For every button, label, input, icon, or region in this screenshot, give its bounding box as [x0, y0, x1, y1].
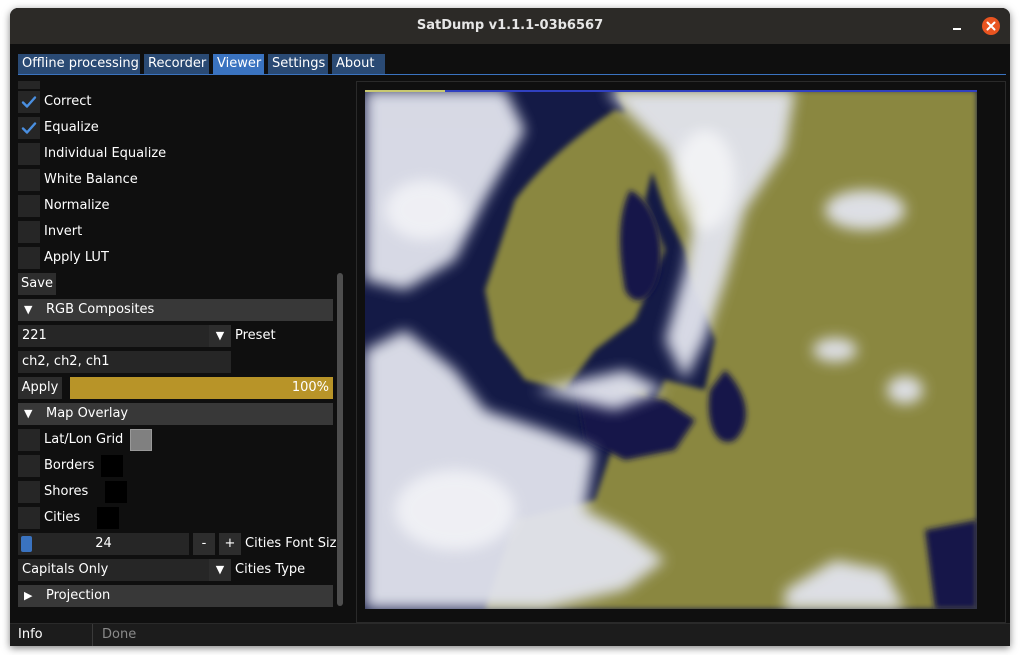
map-overlay-title: Map Overlay [46, 406, 129, 421]
progress-percent: 100% [291, 380, 329, 395]
title-bar[interactable]: SatDump v1.1.1-03b6567 [10, 8, 1010, 44]
invert-label: Invert [44, 224, 83, 239]
equalize-label: Equalize [44, 120, 99, 135]
individual-equalize-checkbox[interactable] [18, 143, 40, 165]
apply-lut-label: Apply LUT [44, 250, 109, 265]
cities-type-label: Cities Type [235, 562, 306, 577]
tab-viewer[interactable]: Viewer [213, 54, 264, 74]
preset-dropdown-arrow[interactable]: ▼ [209, 325, 231, 347]
cities-font-size-label: Cities Font Size [245, 536, 344, 551]
borders-color-swatch[interactable] [101, 455, 123, 477]
cities-label: Cities [44, 510, 81, 525]
image-viewer[interactable] [356, 81, 1006, 623]
shores-checkbox[interactable] [18, 481, 40, 503]
shores-color-swatch[interactable] [105, 481, 127, 503]
preset-label: Preset [235, 328, 276, 343]
hidden-option-checkbox[interactable] [18, 81, 40, 89]
tab-underline [18, 74, 1006, 75]
tab-about[interactable]: About [332, 54, 385, 74]
window-title: SatDump v1.1.1-03b6567 [416, 18, 604, 33]
cities-type-dropdown-arrow[interactable]: ▼ [209, 559, 231, 581]
borders-label: Borders [44, 458, 95, 473]
rgb-expression-input[interactable]: ch2, ch2, ch1 [18, 351, 231, 373]
minimize-icon [953, 28, 961, 30]
triangle-down-icon: ▼ [215, 563, 225, 576]
triangle-down-icon: ▼ [215, 329, 225, 342]
status-bar: Info Done [10, 623, 1010, 646]
individual-equalize-label: Individual Equalize [44, 146, 167, 161]
apply-lut-checkbox[interactable] [18, 247, 40, 269]
triangle-down-icon: ▼ [24, 303, 33, 316]
normalize-checkbox[interactable] [18, 195, 40, 217]
triangle-down-icon: ▼ [24, 407, 33, 420]
panel-scrollbar-thumb[interactable] [337, 273, 343, 606]
latlon-grid-color-swatch[interactable] [130, 429, 152, 451]
white-balance-checkbox[interactable] [18, 169, 40, 191]
triangle-right-icon: ▶ [24, 589, 33, 602]
composite-progress-bar: 100% [70, 377, 333, 399]
latlon-grid-label: Lat/Lon Grid [44, 432, 124, 447]
panel-scrollbar[interactable] [336, 81, 344, 607]
check-icon [21, 96, 37, 108]
latlon-grid-checkbox[interactable] [18, 429, 40, 451]
tab-recorder[interactable]: Recorder [144, 54, 209, 74]
borders-checkbox[interactable] [18, 455, 40, 477]
tab-settings[interactable]: Settings [268, 54, 328, 74]
font-size-plus-button[interactable]: + [219, 533, 241, 555]
check-icon [21, 122, 37, 134]
close-button[interactable] [982, 17, 1000, 35]
rgb-composites-title: RGB Composites [46, 302, 155, 317]
equalize-checkbox[interactable] [18, 117, 40, 139]
font-size-minus-button[interactable]: - [193, 533, 215, 555]
close-icon [986, 21, 996, 31]
apply-button[interactable]: Apply [18, 377, 62, 399]
status-message: Done [102, 627, 137, 642]
rgb-composites-header[interactable]: ▼ RGB Composites [18, 299, 333, 321]
normalize-label: Normalize [44, 198, 110, 213]
save-button[interactable]: Save [18, 273, 56, 295]
settings-panel: Correct Equalize Individual Equalize Whi… [18, 81, 344, 607]
satellite-image-canvas [365, 90, 977, 609]
cities-checkbox[interactable] [18, 507, 40, 529]
shores-label: Shores [44, 484, 89, 499]
projection-header[interactable]: ▶ Projection [18, 585, 333, 607]
map-overlay-header[interactable]: ▼ Map Overlay [18, 403, 333, 425]
cities-color-swatch[interactable] [97, 507, 119, 529]
cities-font-size-input[interactable]: 24 [18, 533, 189, 555]
app-window: SatDump v1.1.1-03b6567 Offline processin… [10, 8, 1010, 646]
font-size-slider-grab[interactable] [21, 536, 32, 552]
white-balance-label: White Balance [44, 172, 138, 187]
tab-offline-processing[interactable]: Offline processing [18, 54, 140, 74]
projection-title: Projection [46, 588, 111, 603]
font-size-value: 24 [95, 536, 112, 551]
cities-type-select[interactable]: Capitals Only [18, 559, 209, 581]
status-level: Info [18, 627, 43, 642]
satellite-image[interactable] [365, 90, 977, 609]
status-separator [92, 624, 93, 646]
invert-checkbox[interactable] [18, 221, 40, 243]
correct-label: Correct [44, 94, 92, 109]
minimize-button[interactable] [951, 16, 965, 36]
preset-select[interactable]: 221 [18, 325, 209, 347]
correct-checkbox[interactable] [18, 91, 40, 113]
